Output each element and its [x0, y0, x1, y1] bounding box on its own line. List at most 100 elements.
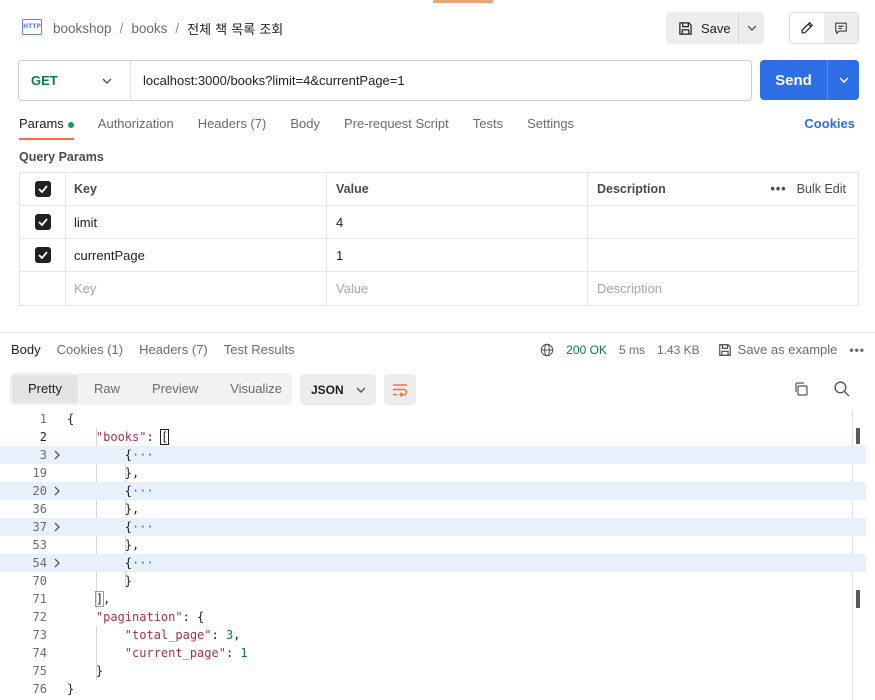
- request-name[interactable]: 전체 책 목록 조회: [187, 19, 283, 38]
- response-tabs: Body Cookies (1) Headers (7) Test Result…: [11, 342, 295, 357]
- response-divider[interactable]: [0, 332, 875, 333]
- expand-chevron-icon[interactable]: [47, 522, 67, 532]
- documentation-button[interactable]: [824, 13, 858, 43]
- edit-button[interactable]: [790, 13, 824, 43]
- tab-authorization[interactable]: Authorization: [98, 116, 174, 140]
- tab-body[interactable]: Body: [290, 116, 320, 140]
- format-label: JSON: [311, 382, 344, 397]
- param-checkbox[interactable]: [34, 247, 51, 263]
- request-tabs: Params Authorization Headers (7) Body Pr…: [19, 116, 574, 142]
- param-description-cell[interactable]: [588, 239, 858, 271]
- response-view-tabs: Pretty Raw Preview Visualize: [10, 373, 292, 405]
- comment-icon: [835, 22, 847, 35]
- param-value-cell[interactable]: 1: [327, 239, 588, 271]
- tab-pretty[interactable]: Pretty: [12, 375, 78, 403]
- table-row: limit 4: [20, 206, 858, 239]
- code-line: 72 "pagination": {: [32, 610, 205, 624]
- new-param-description-input[interactable]: Description: [588, 272, 858, 305]
- more-icon: •••: [770, 182, 787, 196]
- params-active-dot: [67, 121, 74, 128]
- tab-preview[interactable]: Preview: [136, 375, 214, 403]
- cookies-link[interactable]: Cookies: [804, 116, 855, 131]
- save-label: Save: [701, 20, 731, 36]
- status-code[interactable]: 200 OK: [566, 343, 607, 357]
- response-meta: 200 OK 5 ms 1.43 KB Save as example •••: [540, 342, 865, 357]
- tab-response-body[interactable]: Body: [11, 342, 41, 357]
- tab-pre-request-script[interactable]: Pre-request Script: [344, 116, 449, 140]
- chevron-down-icon: [102, 78, 112, 84]
- method-select[interactable]: GET: [19, 61, 131, 100]
- param-key-cell[interactable]: limit: [66, 206, 327, 238]
- query-params-table: Key Value Description ••• Bulk Edit limi…: [19, 172, 859, 306]
- search-icon: [834, 381, 850, 397]
- search-button[interactable]: [833, 380, 850, 400]
- code-line: 1 {: [39, 412, 75, 426]
- breadcrumb-folder[interactable]: books: [131, 21, 167, 36]
- globe-icon[interactable]: [540, 343, 554, 357]
- method-label: GET: [31, 73, 58, 88]
- save-options-button[interactable]: [739, 12, 764, 44]
- tab-test-results[interactable]: Test Results: [224, 342, 295, 357]
- tab-headers[interactable]: Headers (7): [198, 116, 267, 140]
- breadcrumb-collection[interactable]: bookshop: [53, 21, 112, 36]
- tab-tests[interactable]: Tests: [473, 116, 503, 140]
- bulk-edit-button[interactable]: ••• Bulk Edit: [771, 182, 846, 196]
- param-value-cell[interactable]: 4: [327, 206, 588, 238]
- code-line: 75 }: [32, 664, 104, 678]
- select-all-checkbox[interactable]: [34, 181, 51, 197]
- code-line-folded: 3 {···: [0, 446, 866, 464]
- pencil-icon: [801, 21, 814, 34]
- send-button-group: Send: [760, 60, 859, 100]
- code-line-folded: 20 {···: [0, 482, 866, 500]
- table-header-row: Key Value Description ••• Bulk Edit: [20, 173, 858, 206]
- format-select[interactable]: JSON: [300, 374, 376, 405]
- check-icon: [37, 218, 48, 226]
- request-header: HTTP bookshop / books / 전체 책 목록 조회 Save: [0, 0, 875, 56]
- tab-settings[interactable]: Settings: [527, 116, 574, 140]
- http-request-icon: HTTP: [22, 19, 42, 35]
- tab-response-headers[interactable]: Headers (7): [139, 342, 208, 357]
- save-button[interactable]: Save: [666, 12, 738, 44]
- expand-chevron-icon[interactable]: [47, 450, 67, 460]
- param-checkbox[interactable]: [34, 214, 51, 230]
- code-line: 76 }: [32, 682, 75, 696]
- new-param-key-input[interactable]: Key: [66, 272, 327, 305]
- code-line-folded: 54 {···: [0, 554, 866, 572]
- response-size[interactable]: 1.43 KB: [657, 343, 700, 357]
- code-line: 2 "books": [: [39, 429, 170, 445]
- code-line: 36 },: [32, 502, 140, 516]
- expand-chevron-icon[interactable]: [47, 486, 67, 496]
- save-icon: [679, 21, 692, 35]
- tab-response-cookies[interactable]: Cookies (1): [57, 342, 123, 357]
- expand-chevron-icon[interactable]: [47, 558, 67, 568]
- new-param-value-input[interactable]: Value: [327, 272, 588, 305]
- copy-button[interactable]: [793, 381, 809, 400]
- code-line: 53 },: [32, 538, 140, 552]
- column-header-value: Value: [327, 173, 588, 205]
- response-body-code[interactable]: 1 { 2 "books": [ 3 {··· 19 }, 20 {··· 36…: [0, 410, 866, 698]
- table-row-empty: Key Value Description: [20, 272, 858, 305]
- view-mode-toggle: [789, 12, 859, 44]
- save-as-example-button[interactable]: Save as example: [718, 342, 837, 357]
- save-icon: [718, 343, 731, 356]
- tab-raw[interactable]: Raw: [78, 375, 136, 403]
- table-row: currentPage 1: [20, 239, 858, 272]
- column-header-key: Key: [66, 173, 327, 205]
- param-key-cell[interactable]: currentPage: [66, 239, 327, 271]
- code-line-folded: 37 {···: [0, 518, 866, 536]
- tab-params[interactable]: Params: [19, 116, 74, 140]
- wrap-lines-button[interactable]: [384, 374, 416, 405]
- send-button[interactable]: Send: [760, 60, 827, 100]
- code-line: 73 "total_page": 3,: [32, 628, 241, 642]
- check-icon: [37, 185, 48, 193]
- send-options-button[interactable]: [828, 60, 859, 100]
- breadcrumb: bookshop / books / 전체 책 목록 조회: [53, 19, 283, 38]
- param-description-cell[interactable]: [588, 206, 858, 238]
- tab-visualize[interactable]: Visualize: [214, 375, 298, 403]
- url-input[interactable]: [131, 61, 751, 100]
- code-line: 19 },: [32, 466, 140, 480]
- check-icon: [37, 251, 48, 259]
- more-options-icon[interactable]: •••: [849, 343, 865, 357]
- code-line: 74 "current_page": 1: [32, 646, 248, 660]
- response-time[interactable]: 5 ms: [619, 343, 645, 357]
